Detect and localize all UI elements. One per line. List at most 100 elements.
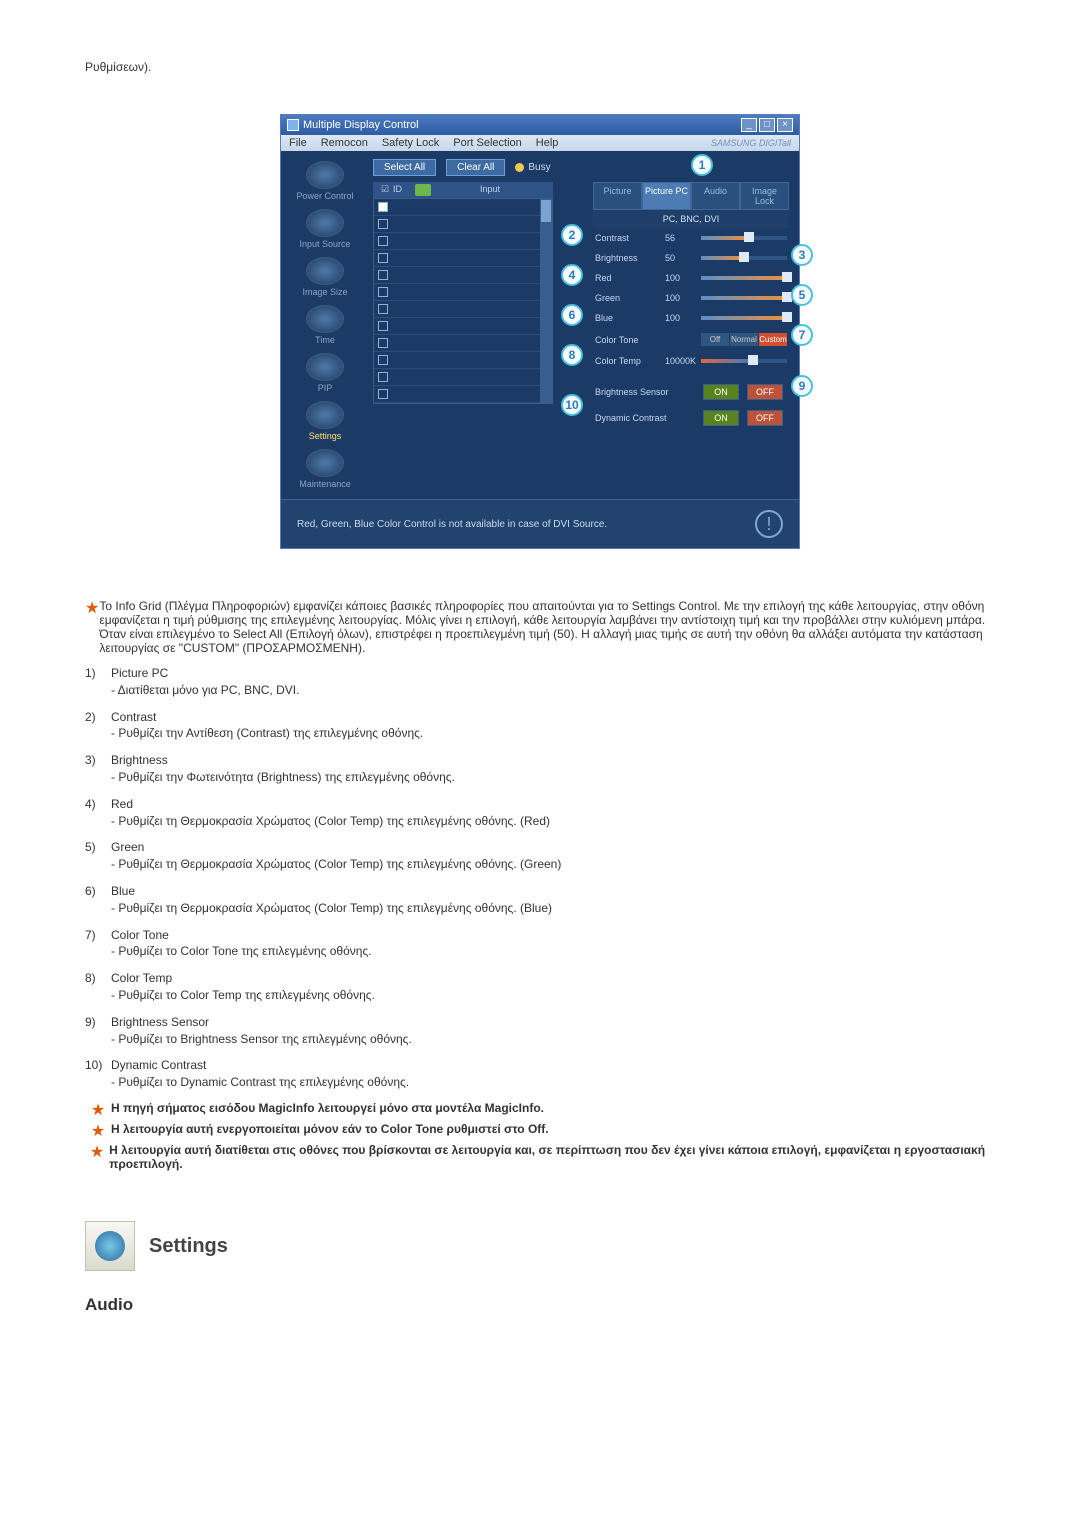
hint-bar: Red, Green, Blue Color Control is not av… [281,499,799,548]
sidebar-pip[interactable]: PIP [306,353,344,393]
source-label: PC, BNC, DVI [593,210,789,228]
menu-safety-lock[interactable]: Safety Lock [382,137,439,149]
grid-row[interactable] [374,267,552,284]
note: ★ Η λειτουργία αυτή ενεργοποιείται μόνον… [85,1122,995,1141]
sidebar-input-source[interactable]: Input Source [299,209,350,249]
slider-green[interactable]: Green 100 5 [593,288,789,308]
tab-picture-pc[interactable]: Picture PC [642,182,691,210]
grid-row[interactable] [374,216,552,233]
note: ★ Η πηγή σήματος εισόδου MagicInfo λειτο… [85,1101,995,1120]
hint-text: Red, Green, Blue Color Control is not av… [297,519,607,530]
menu-remocon[interactable]: Remocon [321,137,368,149]
tab-audio[interactable]: Audio [691,182,740,210]
minimize-icon[interactable]: _ [741,118,757,132]
callout-3: 3 [791,244,813,266]
sidebar-settings[interactable]: Settings [306,401,344,441]
star-icon: ★ [85,599,99,655]
list-item: 9)Brightness Sensor - Ρυθμίζει το Bright… [85,1014,995,1048]
busy-icon [515,163,524,172]
col-check: ☑ [377,184,393,196]
star-icon: ★ [85,1122,111,1141]
note: ★ Η λειτουργία αυτή διατίθεται στις οθόν… [85,1143,995,1171]
audio-heading: Audio [85,1295,995,1315]
grid-row[interactable] [374,250,552,267]
grid-row[interactable] [374,301,552,318]
col-input: Input [431,184,549,196]
slider-red[interactable]: Red 100 [593,268,789,288]
list-item: 5)Green - Ρυθμίζει τη Θερμοκρασία Χρώματ… [85,839,995,873]
grid-scrollbar[interactable] [540,199,552,403]
list-item: 2)Contrast - Ρυθμίζει την Αντίθεση (Cont… [85,709,995,743]
menubar: File Remocon Safety Lock Port Selection … [281,135,799,151]
dynamic-contrast-on[interactable]: ON [703,410,739,426]
list-item: 8)Color Temp - Ρυθμίζει το Color Temp τη… [85,970,995,1004]
brightness-sensor-off[interactable]: OFF [747,384,783,400]
star-icon: ★ [85,1143,109,1171]
callout-1: 1 [691,154,713,176]
numbered-list: 1)Picture PC - Διατίθεται μόνο για PC, B… [85,665,995,1091]
list-item: 4)Red - Ρυθμίζει τη Θερμοκρασία Χρώματος… [85,796,995,830]
callout-6: 6 [561,304,583,326]
grid-row[interactable] [374,284,552,301]
list-item: 7)Color Tone - Ρυθμίζει το Color Tone τη… [85,927,995,961]
brand-label: SAMSUNG DIGITall [711,138,791,148]
clear-all-button[interactable]: Clear All [446,159,505,176]
callout-4: 4 [561,264,583,286]
color-tone-control[interactable]: Color Tone Off Normal Custom 7 [593,328,789,351]
window-buttons: _ □ × [741,118,793,132]
slider-color-temp[interactable]: Color Temp 10000K [593,351,789,371]
sidebar-maintenance[interactable]: Maintenance [299,449,351,489]
maximize-icon[interactable]: □ [759,118,775,132]
sidebar-time[interactable]: Time [306,305,344,345]
settings-icon [85,1221,135,1271]
settings-panel: Picture Picture PC Audio Image Lock PC, … [593,182,789,431]
menu-help[interactable]: Help [536,137,559,149]
sidebar-image-size[interactable]: Image Size [302,257,347,297]
callout-7: 7 [791,324,813,346]
list-item: 10)Dynamic Contrast - Ρυθμίζει το Dynami… [85,1057,995,1091]
dynamic-contrast-off[interactable]: OFF [747,410,783,426]
close-icon[interactable]: × [777,118,793,132]
app-icon [287,119,299,131]
col-status [415,184,431,196]
slider-blue[interactable]: Blue 100 [593,308,789,328]
slider-brightness[interactable]: Brightness 50 3 [593,248,789,268]
brightness-sensor-control[interactable]: Brightness Sensor ON OFF 9 [593,379,789,405]
slider-contrast[interactable]: Contrast 56 [593,228,789,248]
col-id: ID [393,184,415,196]
sidebar: Power Control Input Source Image Size Ti… [281,151,369,499]
menu-port-selection[interactable]: Port Selection [453,137,521,149]
menu-file[interactable]: File [289,137,307,149]
list-item: 6)Blue - Ρυθμίζει τη Θερμοκρασία Χρώματο… [85,883,995,917]
grid-row[interactable] [374,352,552,369]
info-paragraph: ★ Το Info Grid (Πλέγμα Πληροφοριών) εμφα… [85,599,995,655]
dynamic-contrast-control[interactable]: Dynamic Contrast ON OFF [593,405,789,431]
callout-5: 5 [791,284,813,306]
tab-image-lock[interactable]: Image Lock [740,182,789,210]
busy-indicator: Busy [515,162,550,173]
grid-row[interactable] [374,233,552,250]
callout-10: 10 [561,394,583,416]
info-icon: ! [755,510,783,538]
grid-row[interactable] [374,369,552,386]
callout-2: 2 [561,224,583,246]
info-grid: ☑ ID Input [373,182,553,431]
callout-8: 8 [561,344,583,366]
select-all-button[interactable]: Select All [373,159,436,176]
grid-row[interactable] [374,318,552,335]
mdc-window: Multiple Display Control _ □ × File Remo… [280,114,800,549]
grid-row[interactable] [374,386,552,403]
intro-tail: Ρυθμίσεων). [85,60,995,74]
settings-heading: Settings [85,1221,995,1271]
grid-row[interactable] [374,335,552,352]
list-item: 1)Picture PC - Διατίθεται μόνο για PC, B… [85,665,995,699]
star-icon: ★ [85,1101,111,1120]
grid-row[interactable] [374,199,552,216]
callout-9: 9 [791,375,813,397]
tab-picture[interactable]: Picture [593,182,642,210]
window-title: Multiple Display Control [303,119,419,131]
brightness-sensor-on[interactable]: ON [703,384,739,400]
titlebar: Multiple Display Control _ □ × [281,115,799,135]
list-item: 3)Brightness - Ρυθμίζει την Φωτεινότητα … [85,752,995,786]
sidebar-power-control[interactable]: Power Control [296,161,353,201]
